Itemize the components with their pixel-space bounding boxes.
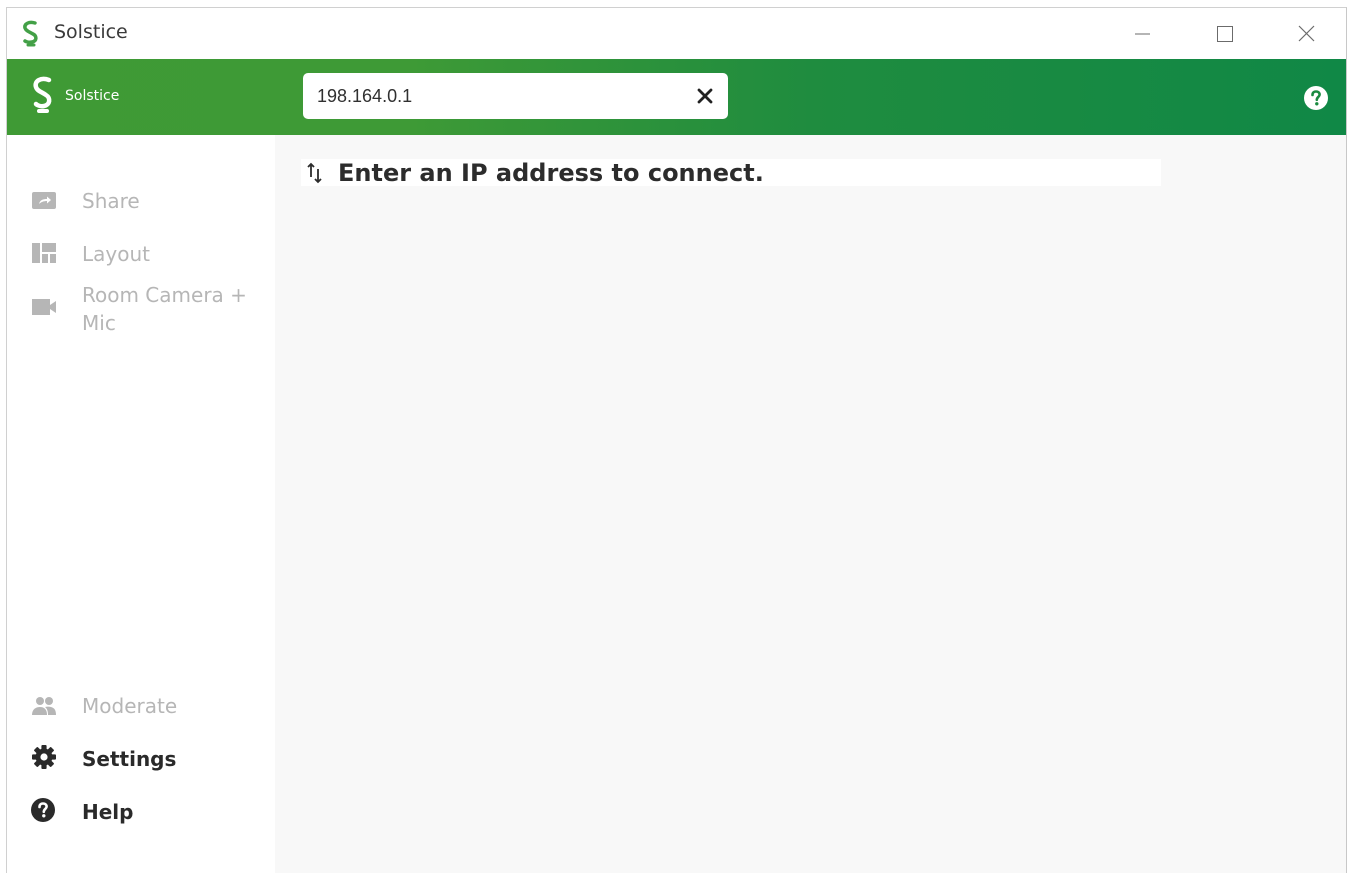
sidebar: Share Layout Room Camera + Mic Moderate … (7, 135, 275, 873)
help-icon[interactable] (1304, 86, 1328, 110)
connection-status: Enter an IP address to connect. (301, 159, 1161, 187)
minimize-button[interactable] (1119, 8, 1165, 59)
status-message: Enter an IP address to connect. (338, 159, 764, 187)
main-content: Enter an IP address to connect. (275, 135, 1346, 873)
ip-address-input[interactable] (317, 73, 677, 119)
app-header: Solstice (7, 59, 1346, 135)
clear-input-icon[interactable] (694, 85, 716, 107)
window-title: Solstice (54, 21, 128, 43)
maximize-icon (1217, 26, 1233, 42)
solstice-logo-icon (33, 76, 52, 113)
title-bar: Solstice (7, 8, 1346, 59)
app-window: Solstice Solstice 198.164.0.1 Share Layo… (6, 7, 1347, 873)
sidebar-item-label: Layout (82, 242, 150, 266)
camera-icon (32, 299, 56, 315)
brand-label: Solstice (65, 88, 120, 104)
solstice-logo-icon (23, 20, 38, 47)
connection-arrows-icon (307, 162, 322, 184)
ip-address-field[interactable] (303, 73, 728, 119)
share-icon (32, 192, 56, 209)
maximize-button[interactable] (1201, 8, 1247, 59)
help-icon (31, 798, 55, 822)
close-icon (1298, 25, 1315, 42)
minimize-icon (1135, 33, 1150, 35)
sidebar-item-label: Moderate (82, 694, 178, 718)
sidebar-item-label: Settings (82, 747, 177, 771)
sidebar-item-label: Room Camera + Mic (82, 283, 247, 335)
gear-icon (32, 745, 56, 769)
close-window-button[interactable] (1283, 8, 1329, 59)
sidebar-item-label: Share (82, 189, 140, 213)
sidebar-item-label: Help (82, 800, 134, 824)
layout-icon (32, 243, 56, 263)
users-icon (32, 697, 56, 715)
